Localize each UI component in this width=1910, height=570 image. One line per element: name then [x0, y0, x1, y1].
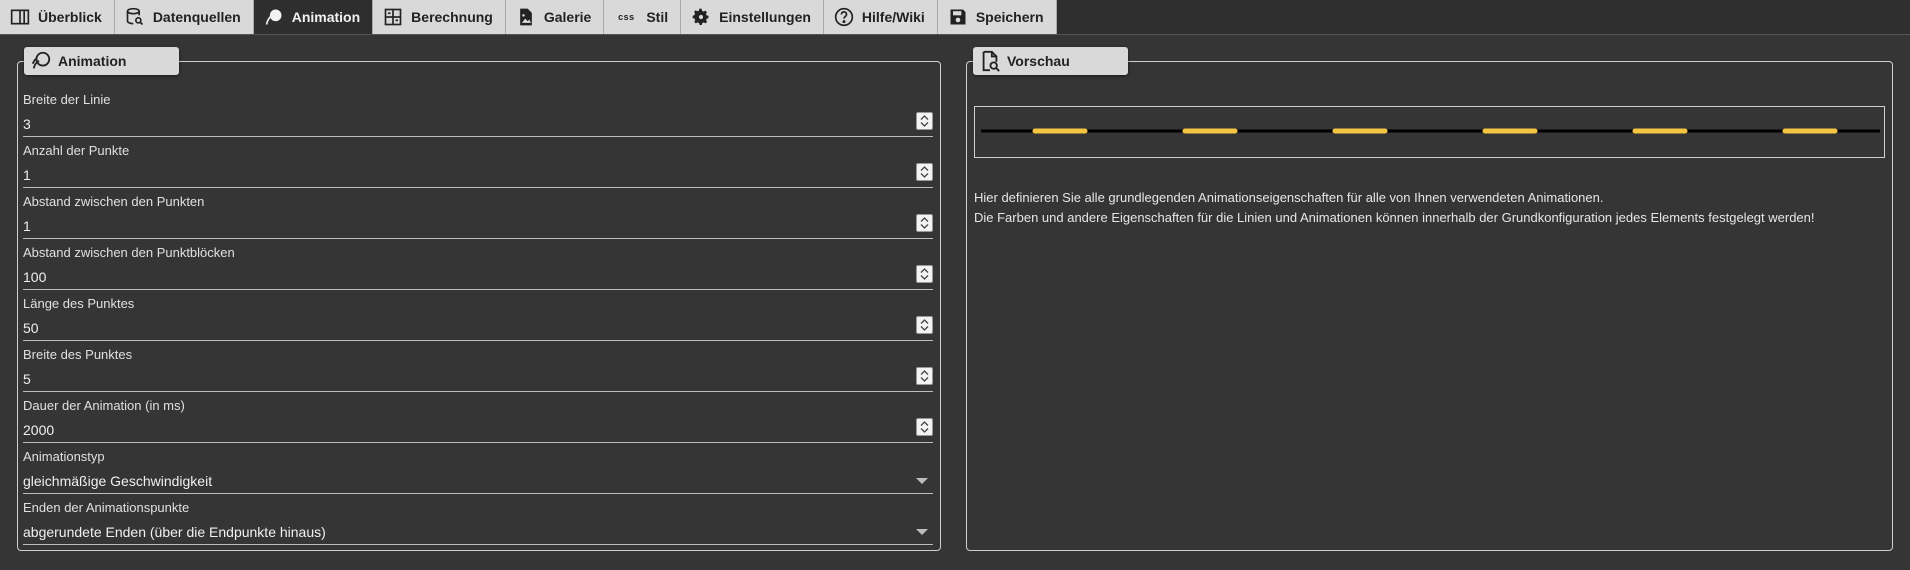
tab-galerie[interactable]: Galerie: [505, 0, 605, 34]
tab-überblick[interactable]: Überblick: [0, 0, 115, 34]
field-underline: [23, 238, 933, 239]
field-select[interactable]: abgerundete Enden (über die Endpunkte hi…: [23, 524, 326, 540]
info-line-1: Hier definieren Sie alle grundlegenden A…: [974, 190, 1604, 205]
field-label: Abstand zwischen den Punkten: [23, 194, 205, 209]
setting-field: Abstand zwischen den Punktblöcken 100: [23, 240, 933, 291]
animation-settings-panel: Animation Breite der Linie 3 Anzahl der Pu…: [17, 47, 941, 551]
animation-icon: [264, 7, 284, 27]
dropdown-arrow-icon[interactable]: [916, 478, 928, 484]
preview-panel-title: Vorschau: [973, 47, 1128, 75]
field-label: Länge des Punktes: [23, 296, 135, 311]
number-stepper-icon[interactable]: [916, 112, 933, 130]
field-label: Abstand zwischen den Punktblöcken: [23, 245, 235, 260]
tab-speichern[interactable]: Speichern: [937, 0, 1057, 34]
database-search-icon: [125, 7, 145, 27]
field-underline: [23, 493, 933, 494]
field-label: Anzahl der Punkte: [23, 143, 130, 158]
tab-einstellungen[interactable]: Einstellungen: [681, 0, 824, 34]
tab-datenquellen[interactable]: Datenquellen: [114, 0, 254, 34]
field-label: Enden der Animationspunkte: [23, 500, 190, 515]
help-icon: [834, 7, 854, 27]
setting-field: Breite der Linie 3: [23, 87, 933, 138]
tab-label: Galerie: [543, 9, 592, 25]
number-stepper-icon[interactable]: [916, 265, 933, 283]
tab-label: Berechnung: [411, 9, 493, 25]
field-label: Breite des Punktes: [23, 347, 133, 362]
preview-panel-title-text: Vorschau: [1007, 53, 1070, 69]
tab-berechnung[interactable]: Berechnung: [373, 0, 506, 34]
number-stepper-icon[interactable]: [916, 214, 933, 232]
field-number-input[interactable]: 50: [23, 320, 39, 336]
animation-fields: Breite der Linie 3 Anzahl der Punkte 1 Absta…: [23, 87, 933, 546]
tab-stil[interactable]: css Stil: [604, 0, 682, 34]
image-file-icon: [516, 7, 536, 27]
animation-preview: [974, 106, 1885, 158]
field-number-input[interactable]: 100: [23, 269, 46, 285]
setting-field: Abstand zwischen den Punkten 1: [23, 189, 933, 240]
setting-field: Enden der Animationspunkte abgerundete En…: [23, 495, 933, 546]
gear-icon: [691, 7, 711, 27]
preview-line-svg: [981, 128, 1880, 134]
tab-label: Überblick: [38, 9, 102, 25]
number-stepper-icon[interactable]: [916, 316, 933, 334]
number-stepper-icon[interactable]: [916, 367, 933, 385]
animation-icon: [30, 50, 52, 72]
field-label: Breite der Linie: [23, 92, 111, 107]
field-number-input[interactable]: 1: [23, 167, 31, 183]
animation-panel-title: Animation: [24, 47, 179, 75]
field-underline: [23, 136, 933, 137]
setting-field: Anzahl der Punkte 1: [23, 138, 933, 189]
save-icon: [948, 7, 968, 27]
field-underline: [23, 442, 933, 443]
tab-label: Stil: [646, 9, 669, 25]
tab-bar: Überblick Datenquellen Animation Berechnung…: [0, 0, 1910, 35]
field-number-input[interactable]: 2000: [23, 422, 54, 438]
field-label: Dauer der Animation (in ms): [23, 398, 185, 413]
tab-animation[interactable]: Animation: [253, 0, 374, 34]
tab-label: Datenquellen: [152, 9, 241, 25]
columns-icon: [10, 7, 30, 27]
field-number-input[interactable]: 1: [23, 218, 31, 234]
css-icon: css: [618, 12, 635, 22]
preview-panel: Vorschau Hier definieren Sie alle grundl…: [966, 47, 1893, 551]
field-number-input[interactable]: 3: [23, 116, 31, 132]
tab-label: Animation: [291, 9, 361, 25]
field-underline: [23, 187, 933, 188]
setting-field: Breite des Punktes 5: [23, 342, 933, 393]
preview-info-text: Hier definieren Sie alle grundlegenden A…: [974, 188, 1874, 228]
tab-label: Hilfe/Wiki: [861, 9, 925, 25]
field-label: Animationstyp: [23, 449, 105, 464]
field-underline: [23, 289, 933, 290]
animation-panel-title-text: Animation: [58, 53, 127, 69]
field-underline: [23, 544, 933, 545]
dropdown-arrow-icon[interactable]: [916, 529, 928, 535]
setting-field: Länge des Punktes 50: [23, 291, 933, 342]
tab-label: Einstellungen: [719, 9, 811, 25]
field-number-input[interactable]: 5: [23, 371, 31, 387]
setting-field: Animationstyp gleichmäßige Geschwindigkei…: [23, 444, 933, 495]
info-line-2: Die Farben und andere Eigenschaften für …: [974, 210, 1815, 225]
number-stepper-icon[interactable]: [916, 418, 933, 436]
file-search-icon: [979, 50, 1001, 72]
tab-label: Speichern: [975, 9, 1044, 25]
field-underline: [23, 340, 933, 341]
field-select[interactable]: gleichmäßige Geschwindigkeit: [23, 473, 212, 489]
field-underline: [23, 391, 933, 392]
setting-field: Dauer der Animation (in ms) 2000: [23, 393, 933, 444]
calculator-icon: [383, 7, 403, 27]
tab-hilfe-wiki[interactable]: Hilfe/Wiki: [823, 0, 938, 34]
number-stepper-icon[interactable]: [916, 163, 933, 181]
